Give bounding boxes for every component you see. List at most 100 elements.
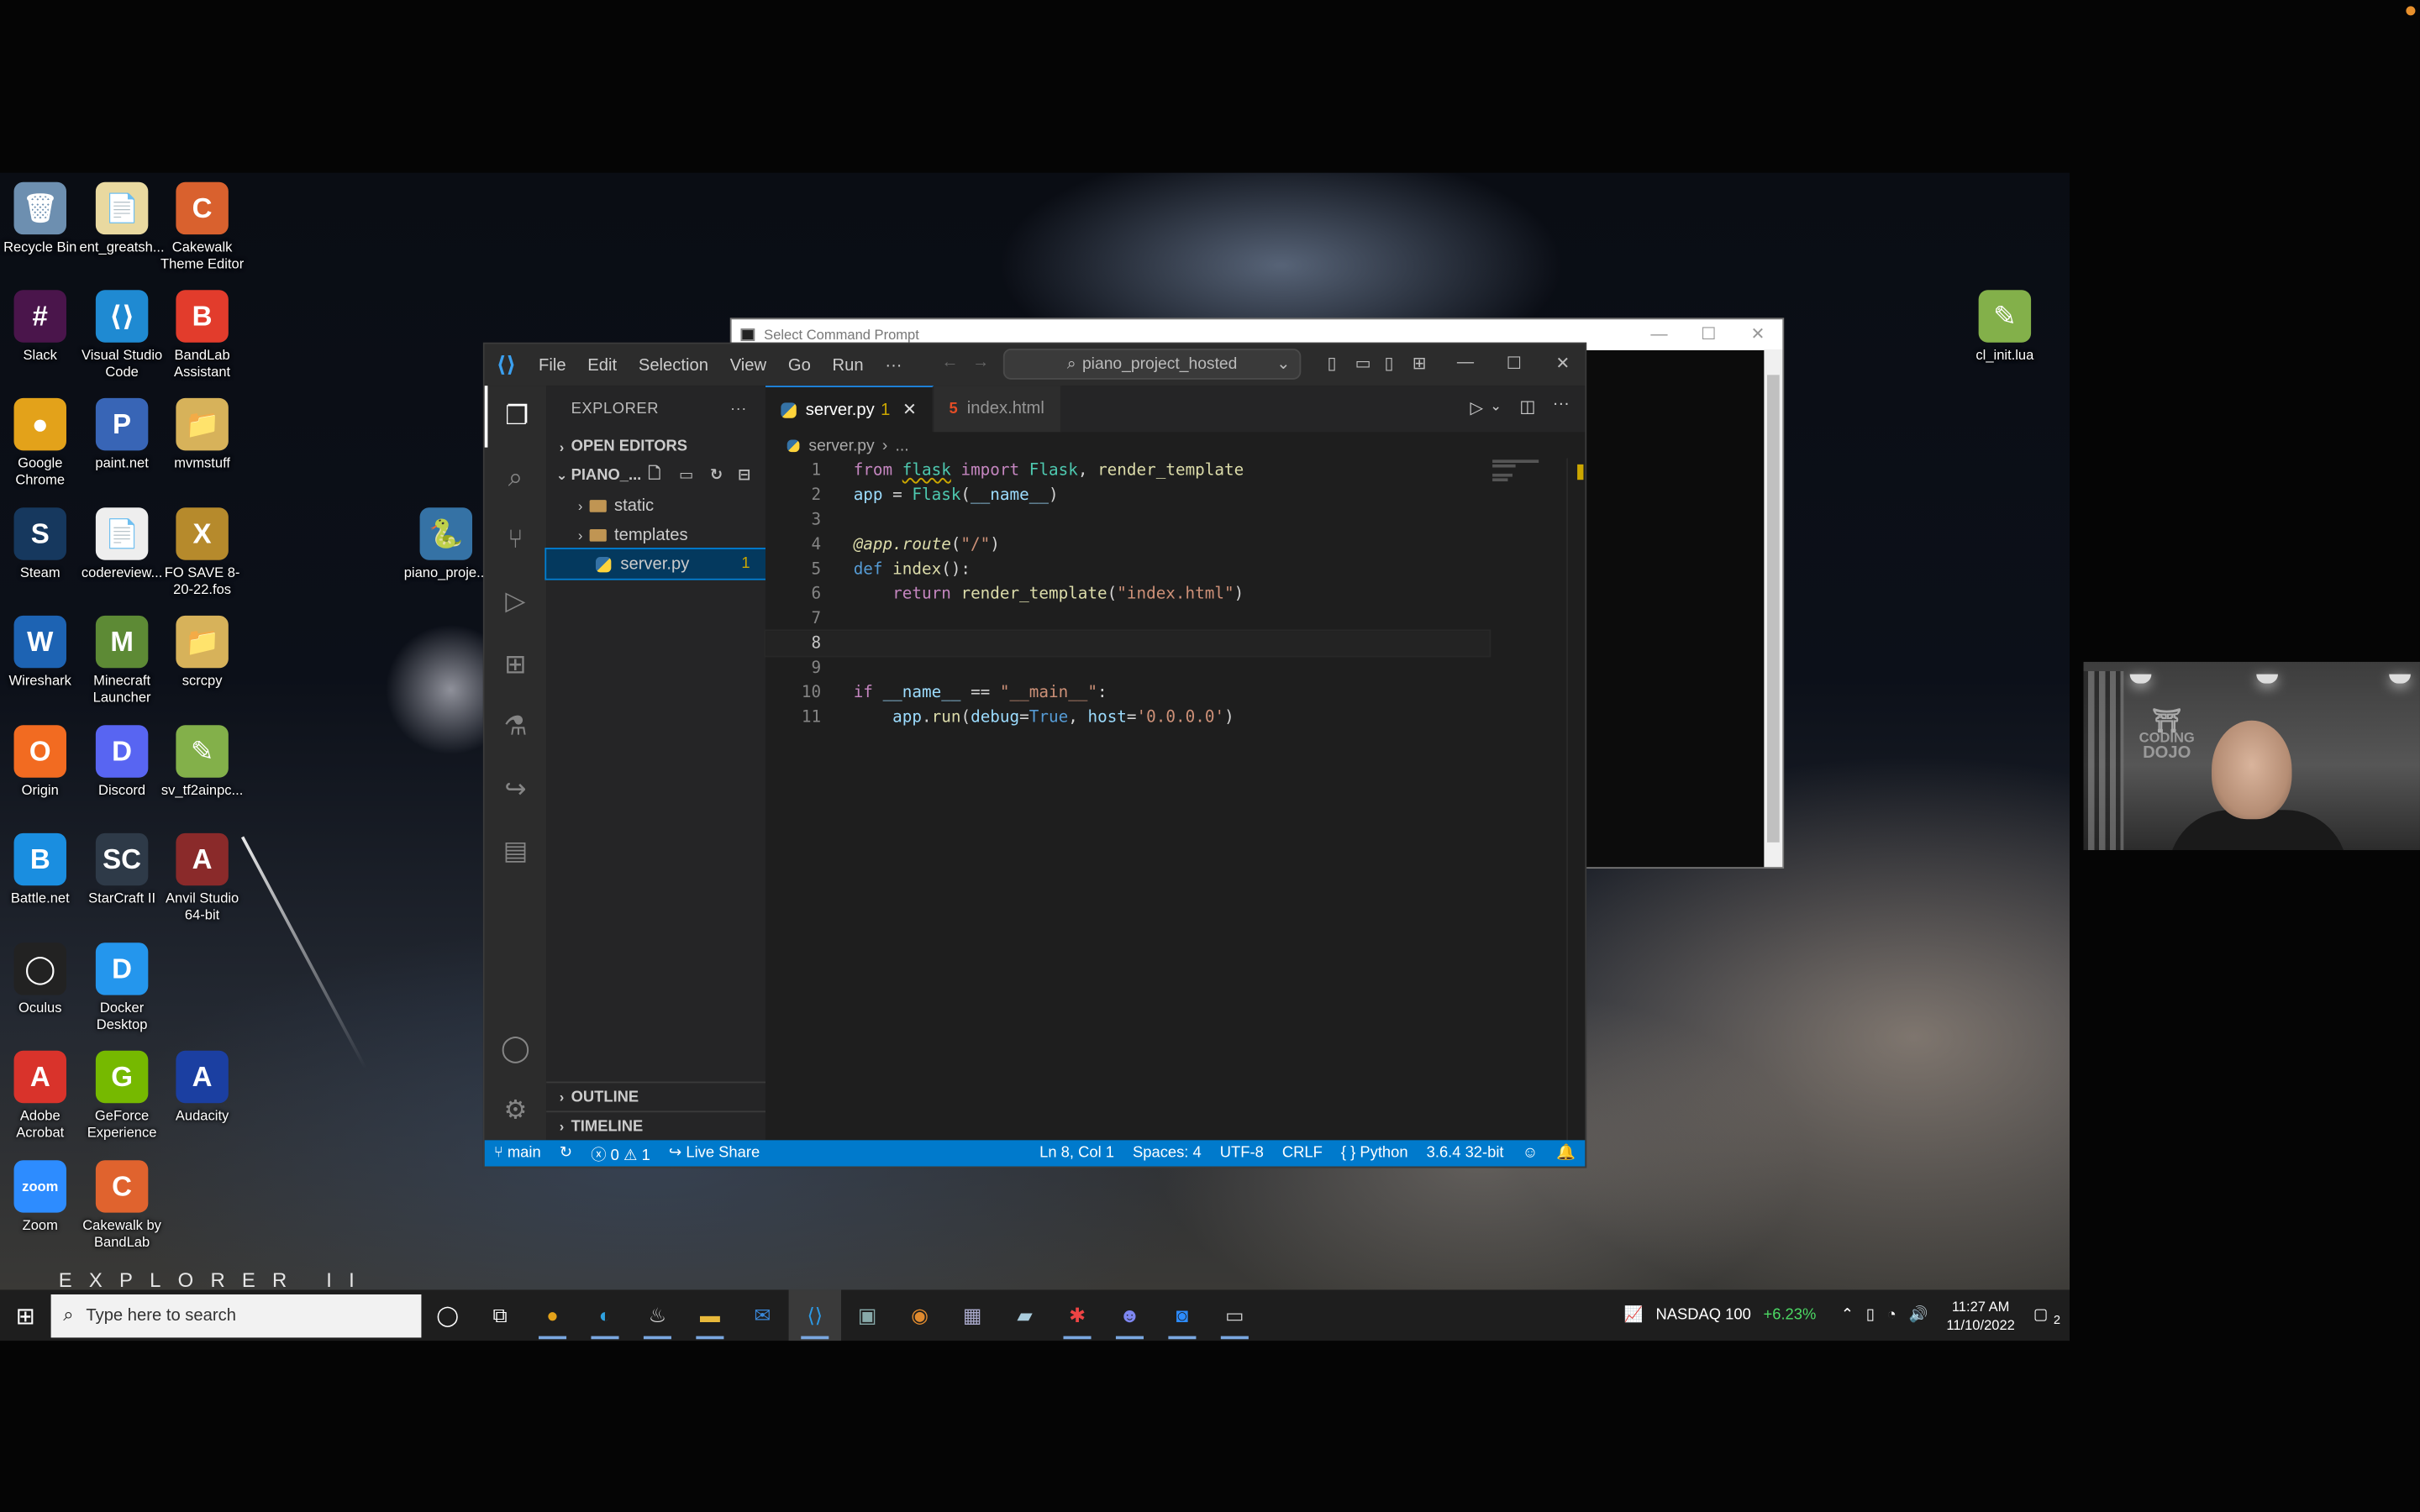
desktop-icon[interactable]: # Slack xyxy=(0,290,83,363)
breadcrumb-file[interactable]: server.py xyxy=(808,436,874,454)
editor-area[interactable]: server.py 1 ✕ 5 index.html ▷ ⌄ ◫ ··· ser… xyxy=(764,386,1586,1141)
accounts-icon[interactable]: ◯ xyxy=(485,1018,546,1079)
desktop-icon[interactable]: D Docker Desktop xyxy=(79,942,166,1032)
taskbar-search-box[interactable]: ⌕ Type here to search xyxy=(50,1294,422,1337)
desktop-icon[interactable]: A Anvil Studio 64-bit xyxy=(159,832,245,923)
new-file-icon[interactable]: 🗋 xyxy=(648,463,660,489)
desktop-icon[interactable]: O Origin xyxy=(0,725,83,798)
notifications-bell-icon[interactable]: 🔔 xyxy=(1547,1145,1585,1162)
app-taskbar-icon[interactable]: ▣ xyxy=(841,1289,893,1341)
desktop-icon[interactable]: 📁 mvmstuff xyxy=(159,397,245,471)
desktop-icon[interactable]: D Discord xyxy=(79,725,166,798)
tab-server-py[interactable]: server.py 1 ✕ xyxy=(765,386,934,433)
feedback-icon[interactable]: ☺ xyxy=(1513,1145,1548,1162)
desktop-icon[interactable]: B Battle.net xyxy=(0,832,83,906)
extensions-icon[interactable]: ⊞ xyxy=(485,634,546,696)
discord-taskbar-icon[interactable]: ☻ xyxy=(1103,1289,1155,1341)
vscode-window[interactable]: ⟨⟩ File Edit Selection View Go Run ··· ←… xyxy=(482,342,1587,1168)
refresh-icon[interactable]: ↻ xyxy=(710,468,723,485)
device-icon[interactable]: ▯ xyxy=(1860,1307,1881,1324)
back-arrow-icon[interactable]: ← xyxy=(941,354,958,372)
mail-taskbar-icon[interactable]: ✉ xyxy=(736,1289,788,1341)
desktop-icon[interactable]: ◯ Oculus xyxy=(0,942,83,1016)
menu-edit[interactable]: Edit xyxy=(576,355,628,374)
run-debug-icon[interactable]: ▷ xyxy=(485,571,546,633)
desktop-icon[interactable]: B BandLab Assistant xyxy=(159,290,245,380)
forward-arrow-icon[interactable]: → xyxy=(972,354,989,372)
desktop-icon[interactable]: S Steam xyxy=(0,507,83,580)
toggle-sidebar-icon[interactable]: ▯ xyxy=(1328,354,1337,373)
tree-file-server-py[interactable]: server.py 1 xyxy=(544,548,767,580)
clock[interactable]: 11:27 AM 11/10/2022 xyxy=(1934,1297,2028,1334)
cmd-scroll-thumb[interactable] xyxy=(1767,375,1780,843)
run-python-icon[interactable]: ▷ xyxy=(1470,398,1484,418)
branch-indicator[interactable]: ⑂ main xyxy=(485,1145,550,1162)
encoding[interactable]: UTF-8 xyxy=(1211,1145,1273,1162)
cmd-minimize-button[interactable]: — xyxy=(1634,319,1684,350)
problems-indicator[interactable]: ⓧ 0 ⚠ 1 xyxy=(581,1142,660,1165)
tab-index-html[interactable]: 5 index.html xyxy=(934,386,1062,433)
explorer-icon[interactable]: ❐ xyxy=(484,386,546,448)
vscode-minimize-button[interactable]: — xyxy=(1457,354,1474,372)
desktop-icon[interactable]: C Cakewalk Theme Editor xyxy=(159,181,245,272)
menu-view[interactable]: View xyxy=(719,355,777,374)
collapse-all-icon[interactable]: ⊟ xyxy=(738,468,750,485)
vscode-title-bar[interactable]: ⟨⟩ File Edit Selection View Go Run ··· ←… xyxy=(484,344,1586,386)
menu-more[interactable]: ··· xyxy=(874,355,913,374)
desktop-icon[interactable]: ✎ sv_tf2ainpc... xyxy=(159,725,245,798)
origin-taskbar-icon[interactable]: ◉ xyxy=(893,1289,945,1341)
live-share-status[interactable]: ↪ Live Share xyxy=(660,1145,769,1162)
cortana-icon[interactable]: ◯ xyxy=(421,1289,473,1341)
task-view-icon[interactable]: ⧉ xyxy=(474,1289,526,1341)
desktop-icon[interactable]: ✎ cl_init.lua xyxy=(1961,290,2048,363)
tree-folder-static[interactable]: › static xyxy=(546,491,765,520)
desktop-icon[interactable]: A Adobe Acrobat xyxy=(0,1050,83,1141)
desktop-icon[interactable]: Ppaint.net xyxy=(79,397,166,471)
zoom-taskbar-icon[interactable]: ◙ xyxy=(1156,1289,1208,1341)
python-interpreter[interactable]: 3.6.4 32-bit xyxy=(1418,1145,1513,1162)
open-editors-section[interactable]: › OPEN EDITORS xyxy=(546,432,765,461)
toggle-panel-icon[interactable]: ▭ xyxy=(1355,354,1371,373)
desktop-icon[interactable]: ● Google Chrome xyxy=(0,397,83,488)
desktop-icon[interactable]: 🗑 Recycle Bin xyxy=(0,181,83,255)
terminal-taskbar-icon[interactable]: ▭ xyxy=(1208,1289,1260,1341)
source-control-icon[interactable]: ⑂ xyxy=(485,509,546,570)
volume-icon[interactable]: 🔊 xyxy=(1902,1307,1934,1324)
split-editor-icon[interactable]: ◫ xyxy=(1519,396,1535,417)
timeline-section[interactable]: › TIMELINE xyxy=(546,1110,766,1140)
desktop-icon[interactable]: 📄 codereview... xyxy=(79,507,166,580)
desktop-icon[interactable]: A Audacity xyxy=(159,1050,245,1124)
close-icon[interactable]: ✕ xyxy=(902,400,917,420)
code-editor[interactable]: 1 from flask import Flask, render_templat… xyxy=(764,458,1491,1140)
action-center-icon[interactable]: ▢ 2 xyxy=(2028,1307,2070,1327)
menu-file[interactable]: File xyxy=(528,355,576,374)
desktop-icon[interactable]: zoom Zoom xyxy=(0,1160,83,1233)
toggle-secondary-sidebar-icon[interactable]: ▯ xyxy=(1385,354,1394,373)
network-icon[interactable]: ◔ xyxy=(1881,1307,1902,1324)
desktop-icon[interactable]: C Cakewalk by BandLab xyxy=(79,1160,166,1250)
outline-section[interactable]: › OUTLINE xyxy=(546,1081,766,1111)
language-mode[interactable]: { } Python xyxy=(1332,1145,1418,1162)
calculator-taskbar-icon[interactable]: ▦ xyxy=(946,1289,998,1341)
desktop-icon[interactable]: G GeForce Experience xyxy=(79,1050,166,1141)
desktop-icon[interactable]: ⟨⟩ Visual Studio Code xyxy=(79,290,166,380)
settings-gear-icon[interactable]: ⚙ xyxy=(485,1080,546,1142)
edge-taskbar-icon[interactable]: ◐ xyxy=(579,1289,631,1341)
file-explorer-taskbar-icon[interactable]: ▬ xyxy=(684,1289,736,1341)
chrome-taskbar-icon[interactable]: ● xyxy=(526,1289,578,1341)
vscode-maximize-button[interactable]: ☐ xyxy=(1507,354,1522,373)
tree-folder-templates[interactable]: › templates xyxy=(546,520,765,549)
live-share-icon[interactable]: ↪ xyxy=(485,759,546,821)
vscode-close-button[interactable]: ✕ xyxy=(1555,354,1570,373)
remote-explorer-icon[interactable]: ▤ xyxy=(485,821,546,882)
indentation[interactable]: Spaces: 4 xyxy=(1123,1145,1211,1162)
notepad-taskbar-icon[interactable]: ▰ xyxy=(998,1289,1050,1341)
minimap[interactable] xyxy=(1492,458,1570,489)
desktop-icon[interactable]: 📄 ent_greatsh... xyxy=(79,181,166,255)
testing-icon[interactable]: ⚗ xyxy=(485,696,546,757)
chevron-up-icon[interactable]: ⌃ xyxy=(1834,1307,1860,1324)
run-dropdown-icon[interactable]: ⌄ xyxy=(1490,398,1502,415)
cmd-maximize-button[interactable]: ☐ xyxy=(1684,319,1733,350)
vscode-taskbar-icon[interactable]: ⟨⟩ xyxy=(788,1289,842,1341)
breadcrumb-symbol[interactable]: ... xyxy=(895,436,908,454)
